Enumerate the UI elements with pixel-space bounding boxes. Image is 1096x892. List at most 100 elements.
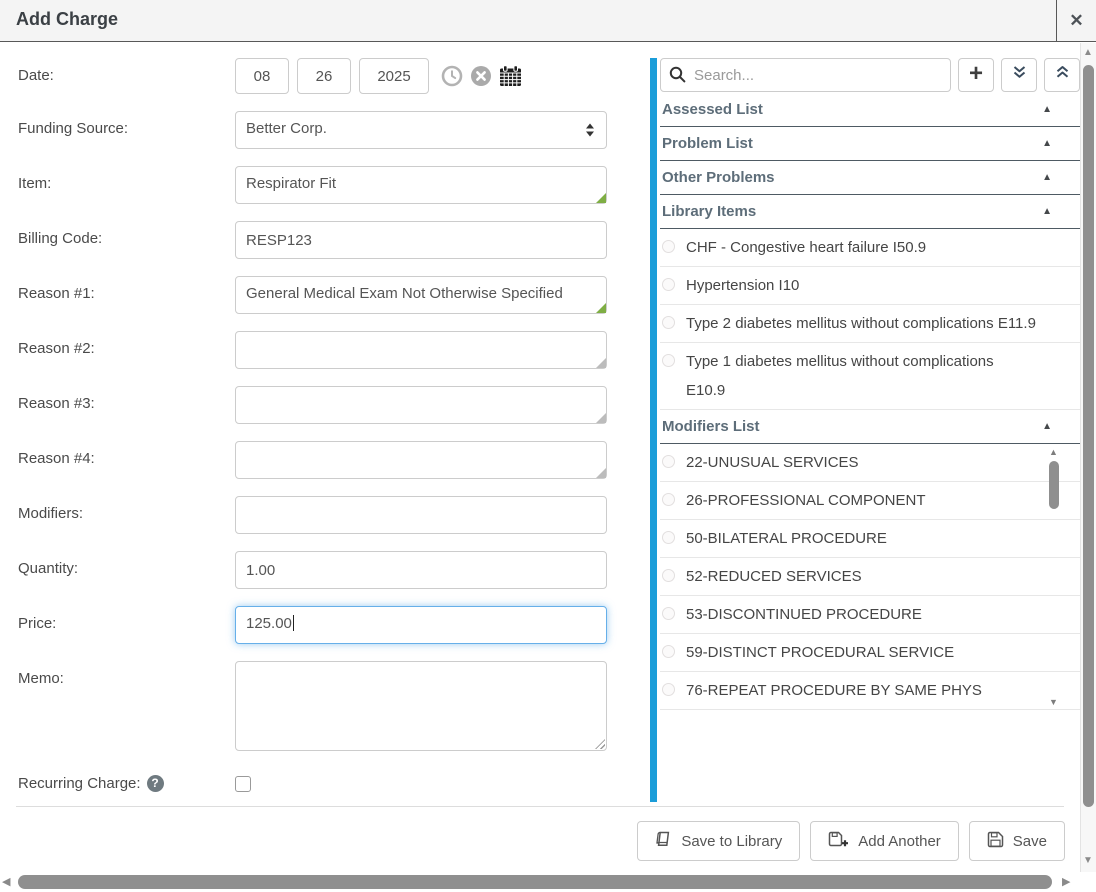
memo-row: Memo: [18,661,650,751]
quantity-row: Quantity: [18,551,650,589]
page-title: Add Charge [16,9,118,30]
reason1-field[interactable]: General Medical Exam Not Otherwise Speci… [235,276,607,314]
reason2-label: Reason #2: [18,331,235,369]
section-items: CHF - Congestive heart failure I50.9 Hype… [660,229,1080,410]
inner-scrollbar[interactable]: ▲▼ [1047,447,1062,707]
date-month-input[interactable] [235,58,289,94]
horizontal-scrollbar-thumb[interactable] [18,875,1052,889]
modifiers-input[interactable] [235,496,607,534]
list-item-label: Hypertension I10 [686,277,799,294]
double-chevron-up-icon [1055,65,1070,85]
scroll-up-icon[interactable]: ▲ [1049,447,1058,457]
add-code-button[interactable]: + [958,58,994,92]
resize-handle-icon[interactable] [596,358,606,368]
modifiers-label: Modifiers: [18,496,235,534]
collapse-icon[interactable]: ▲ [1042,172,1052,183]
radio-icon [662,455,675,468]
price-input[interactable]: 125.00 [235,606,607,644]
list-item-label: 50-BILATERAL PROCEDURE [686,530,887,547]
section-header[interactable]: Problem List▲ [660,127,1080,161]
reason4-field[interactable] [235,441,607,479]
quantity-input[interactable] [235,551,607,589]
section-header[interactable]: Library Items▲ [660,195,1080,229]
list-item[interactable]: 76-REPEAT PROCEDURE BY SAME PHYS [660,672,1080,710]
radio-icon [662,569,675,582]
list-item[interactable]: Type 1 diabetes mellitus without complic… [660,343,1080,410]
scroll-left-icon[interactable]: ◀ [2,875,10,888]
list-item-label: 53-DISCONTINUED PROCEDURE [686,606,922,623]
reason4-label: Reason #4: [18,441,235,479]
billing-code-row: Billing Code: [18,221,650,259]
date-year-input[interactable] [359,58,429,94]
scroll-up-icon[interactable]: ▲ [1083,47,1093,58]
footer-buttons: Save to Library Add Another Save [637,821,1065,861]
list-item[interactable]: CHF - Congestive heart failure I50.9 [660,229,1080,267]
funding-source-select[interactable]: Better Corp. [235,111,607,149]
horizontal-scrollbar[interactable]: ◀ ▶ [0,873,1096,892]
scroll-down-icon[interactable]: ▼ [1049,697,1058,707]
radio-icon [662,531,675,544]
list-item[interactable]: 22-UNUSUAL SERVICES [660,444,1080,482]
radio-icon [662,240,675,253]
vertical-scrollbar[interactable]: ▲ ▼ [1080,43,1096,872]
save-plus-icon [828,831,849,852]
collapse-icon[interactable]: ▲ [1042,104,1052,115]
modifiers-row: Modifiers: [18,496,650,534]
calendar-icon[interactable] [499,65,522,87]
section-items: 22-UNUSUAL SERVICES26-PROFESSIONAL COMPO… [660,444,1080,710]
billing-code-label: Billing Code: [18,221,235,259]
reason3-label: Reason #3: [18,386,235,424]
reason2-field[interactable] [235,331,607,369]
save-button[interactable]: Save [969,821,1065,861]
list-item[interactable]: 26-PROFESSIONAL COMPONENT [660,482,1080,520]
save-to-library-button[interactable]: Save to Library [637,821,800,861]
recurring-charge-checkbox[interactable] [235,776,251,792]
collapse-icon[interactable]: ▲ [1042,138,1052,149]
help-icon[interactable]: ? [147,775,164,792]
section-header[interactable]: Modifiers List▲ [660,410,1080,444]
clock-icon[interactable] [441,65,463,87]
section-header[interactable]: Assessed List▲ [660,93,1080,127]
radio-icon [662,607,675,620]
close-button[interactable]: ✕ [1056,0,1096,42]
expand-all-button[interactable] [1001,58,1037,92]
book-icon [655,831,672,852]
funding-source-row: Funding Source: Better Corp. [18,111,650,149]
resize-handle-icon[interactable] [596,468,606,478]
recurring-charge-row: Recurring Charge: ? [18,768,650,792]
scroll-down-icon[interactable]: ▼ [1083,855,1093,866]
billing-code-input[interactable] [235,221,607,259]
date-day-input[interactable] [297,58,351,94]
list-item[interactable]: Hypertension I10 [660,267,1080,305]
list-item[interactable]: 53-DISCONTINUED PROCEDURE [660,596,1080,634]
search-input[interactable] [660,58,951,92]
reason3-field[interactable] [235,386,607,424]
collapse-all-button[interactable] [1044,58,1080,92]
funding-source-label: Funding Source: [18,111,235,149]
list-item-label: 52-REDUCED SERVICES [686,568,862,585]
collapse-icon[interactable]: ▲ [1042,421,1052,432]
resize-handle-icon[interactable] [596,193,606,203]
radio-icon [662,278,675,291]
resize-handle-icon[interactable] [596,413,606,423]
select-arrows-icon [586,120,594,141]
collapse-icon[interactable]: ▲ [1042,206,1052,217]
list-item[interactable]: Type 2 diabetes mellitus without complic… [660,305,1080,343]
inner-scrollbar-thumb[interactable] [1049,461,1059,509]
vertical-scrollbar-thumb[interactable] [1083,65,1094,807]
list-item-label: 59-DISTINCT PROCEDURAL SERVICE [686,644,954,661]
list-item-label: 76-REPEAT PROCEDURE BY SAME PHYS [686,682,982,699]
list-item[interactable]: 52-REDUCED SERVICES [660,558,1080,596]
add-another-button[interactable]: Add Another [810,821,959,861]
memo-field[interactable] [235,661,607,751]
modal-header: Add Charge ✕ [0,0,1096,42]
resize-handle-icon[interactable] [596,303,606,313]
reason2-row: Reason #2: [18,331,650,369]
date-label: Date: [18,58,235,94]
section-header[interactable]: Other Problems▲ [660,161,1080,195]
list-item[interactable]: 59-DISTINCT PROCEDURAL SERVICE [660,634,1080,672]
item-field[interactable]: Respirator Fit [235,166,607,204]
scroll-right-icon[interactable]: ▶ [1062,875,1070,888]
clear-date-icon[interactable] [470,65,492,87]
list-item[interactable]: 50-BILATERAL PROCEDURE [660,520,1080,558]
